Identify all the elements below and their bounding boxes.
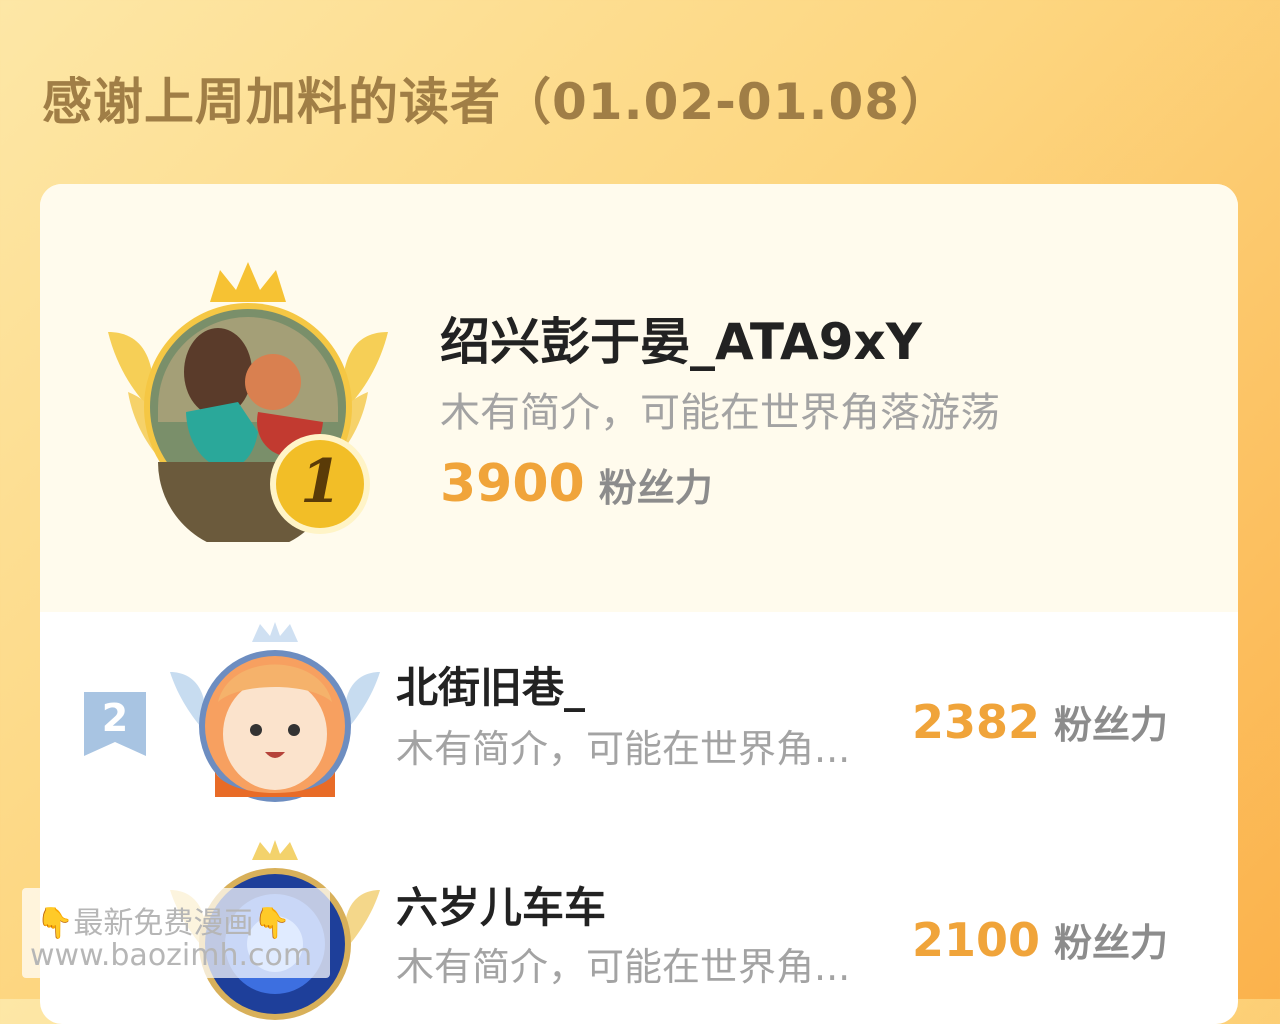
score-unit: 粉丝力	[1053, 703, 1168, 747]
reader-name[interactable]: 绍兴彭于晏_ATA9xY	[440, 302, 922, 374]
reader-bio: 木有简介，可能在世界角...	[396, 727, 851, 771]
rank-1-avatar-frame: 1	[98, 262, 398, 552]
reader-name[interactable]: 六岁儿车车	[396, 874, 606, 935]
score-unit: 粉丝力	[598, 466, 713, 510]
score-value: 2100	[911, 913, 1040, 967]
watermark-url: www.baozimh.com	[30, 938, 313, 973]
rank-1-number: 1	[300, 447, 342, 517]
silver-crown-wings-icon	[170, 622, 380, 802]
fan-power-score: 2382 粉丝力	[912, 694, 1168, 749]
rank-2-badge: 2	[84, 692, 146, 756]
pointing-down-icon: 👇	[36, 906, 74, 941]
watermark-line-1: 👇最新免费漫画👇	[36, 898, 291, 942]
score-value: 2382	[911, 695, 1040, 749]
score-unit: 粉丝力	[1053, 921, 1168, 965]
reader-name[interactable]: 北街旧巷_	[396, 654, 585, 715]
list-item[interactable]: 2 北街旧巷_ 木有简介，可能在世界角... 2382 粉丝力	[40, 622, 1238, 822]
top-reader-card[interactable]: 1 绍兴彭于晏_ATA9xY 木有简介，可能在世界角落游荡 3900 粉丝力	[40, 184, 1238, 612]
gold-crown-wings-icon	[108, 262, 388, 552]
watermark-overlay: 👇最新免费漫画👇 www.baozimh.com	[22, 888, 330, 978]
watermark-text: 最新免费漫画	[73, 906, 254, 941]
page-title: 感谢上周加料的读者（01.02-01.08）	[42, 73, 952, 131]
pointing-down-icon: 👇	[253, 906, 291, 941]
score-value: 3900	[440, 454, 585, 514]
reader-bio: 木有简介，可能在世界角...	[396, 945, 851, 989]
fan-power-score: 2100 粉丝力	[912, 912, 1168, 967]
rank-number: 2	[101, 696, 129, 740]
reader-bio: 木有简介，可能在世界角落游荡	[440, 390, 1000, 436]
avatar	[170, 622, 380, 812]
fan-power-score: 3900 粉丝力	[440, 454, 713, 514]
